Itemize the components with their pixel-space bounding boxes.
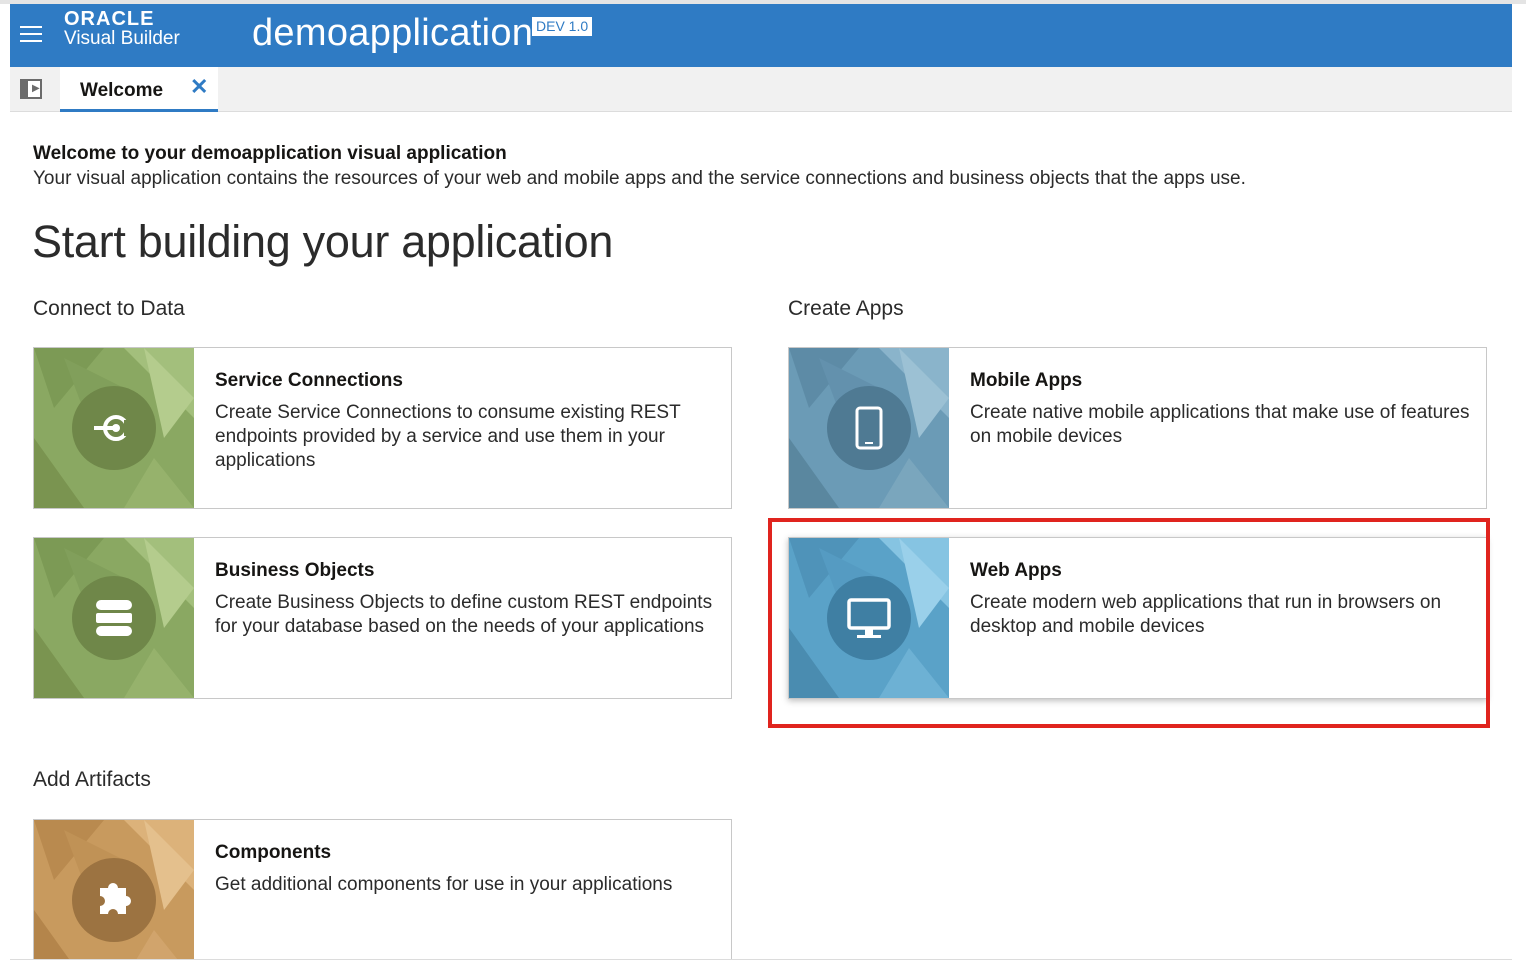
- mobile-icon: [827, 386, 911, 470]
- card-art: [34, 348, 194, 508]
- version-badge: DEV 1.0: [532, 17, 593, 36]
- card-title: Web Apps: [970, 560, 1062, 581]
- card-description: Create native mobile applications that m…: [970, 402, 1470, 447]
- welcome-description: Your visual application contains the res…: [33, 168, 1246, 189]
- navigator-toggle-icon[interactable]: ▶: [20, 79, 42, 99]
- card-title: Mobile Apps: [970, 370, 1083, 391]
- application-name[interactable]: demoapplication: [252, 12, 533, 55]
- card-art: [34, 820, 194, 960]
- monitor-icon: [827, 576, 911, 660]
- service-connection-icon: [72, 386, 156, 470]
- card-title: Business Objects: [215, 560, 375, 581]
- close-icon[interactable]: ✕: [190, 76, 208, 98]
- business-objects-card[interactable]: Business Objects Create Business Objects…: [33, 537, 732, 699]
- components-card[interactable]: Components Get additional components for…: [33, 819, 732, 960]
- bottom-divider: [10, 959, 1512, 960]
- app-header: ORACLE Visual Builder demoapplication DE…: [10, 4, 1512, 67]
- card-title: Service Connections: [215, 370, 403, 391]
- section-connect-to-data: Connect to Data: [33, 297, 185, 320]
- section-create-apps: Create Apps: [788, 297, 904, 320]
- card-description: Create Service Connections to consume ex…: [215, 402, 681, 471]
- mobile-apps-card[interactable]: Mobile Apps Create native mobile applica…: [788, 347, 1487, 509]
- card-description: Get additional components for use in you…: [215, 874, 673, 895]
- tab-welcome[interactable]: Welcome ✕: [60, 67, 218, 112]
- database-icon: [72, 576, 156, 660]
- card-description: Create modern web applications that run …: [970, 592, 1442, 637]
- tab-label: Welcome: [80, 80, 164, 101]
- page-title: Start building your application: [32, 216, 614, 267]
- app-frame: ORACLE Visual Builder demoapplication DE…: [10, 4, 1512, 960]
- tab-bar: ▶ Welcome ✕: [10, 67, 1512, 112]
- welcome-title: Welcome to your demoapplication visual a…: [33, 143, 507, 164]
- service-connections-card[interactable]: Service Connections Create Service Conne…: [33, 347, 732, 509]
- card-art: [789, 348, 949, 508]
- card-art: [34, 538, 194, 698]
- oracle-logo: ORACLE: [64, 8, 155, 30]
- card-description: Create Business Objects to define custom…: [215, 592, 713, 637]
- card-art: [789, 538, 949, 698]
- web-apps-card[interactable]: Web Apps Create modern web applications …: [788, 537, 1487, 699]
- card-title: Components: [215, 842, 332, 863]
- section-add-artifacts: Add Artifacts: [33, 768, 151, 791]
- brand-logo[interactable]: ORACLE Visual Builder: [64, 8, 180, 50]
- puzzle-icon: [72, 858, 156, 942]
- product-name: Visual Builder: [64, 28, 180, 49]
- hamburger-menu-icon[interactable]: [20, 26, 42, 42]
